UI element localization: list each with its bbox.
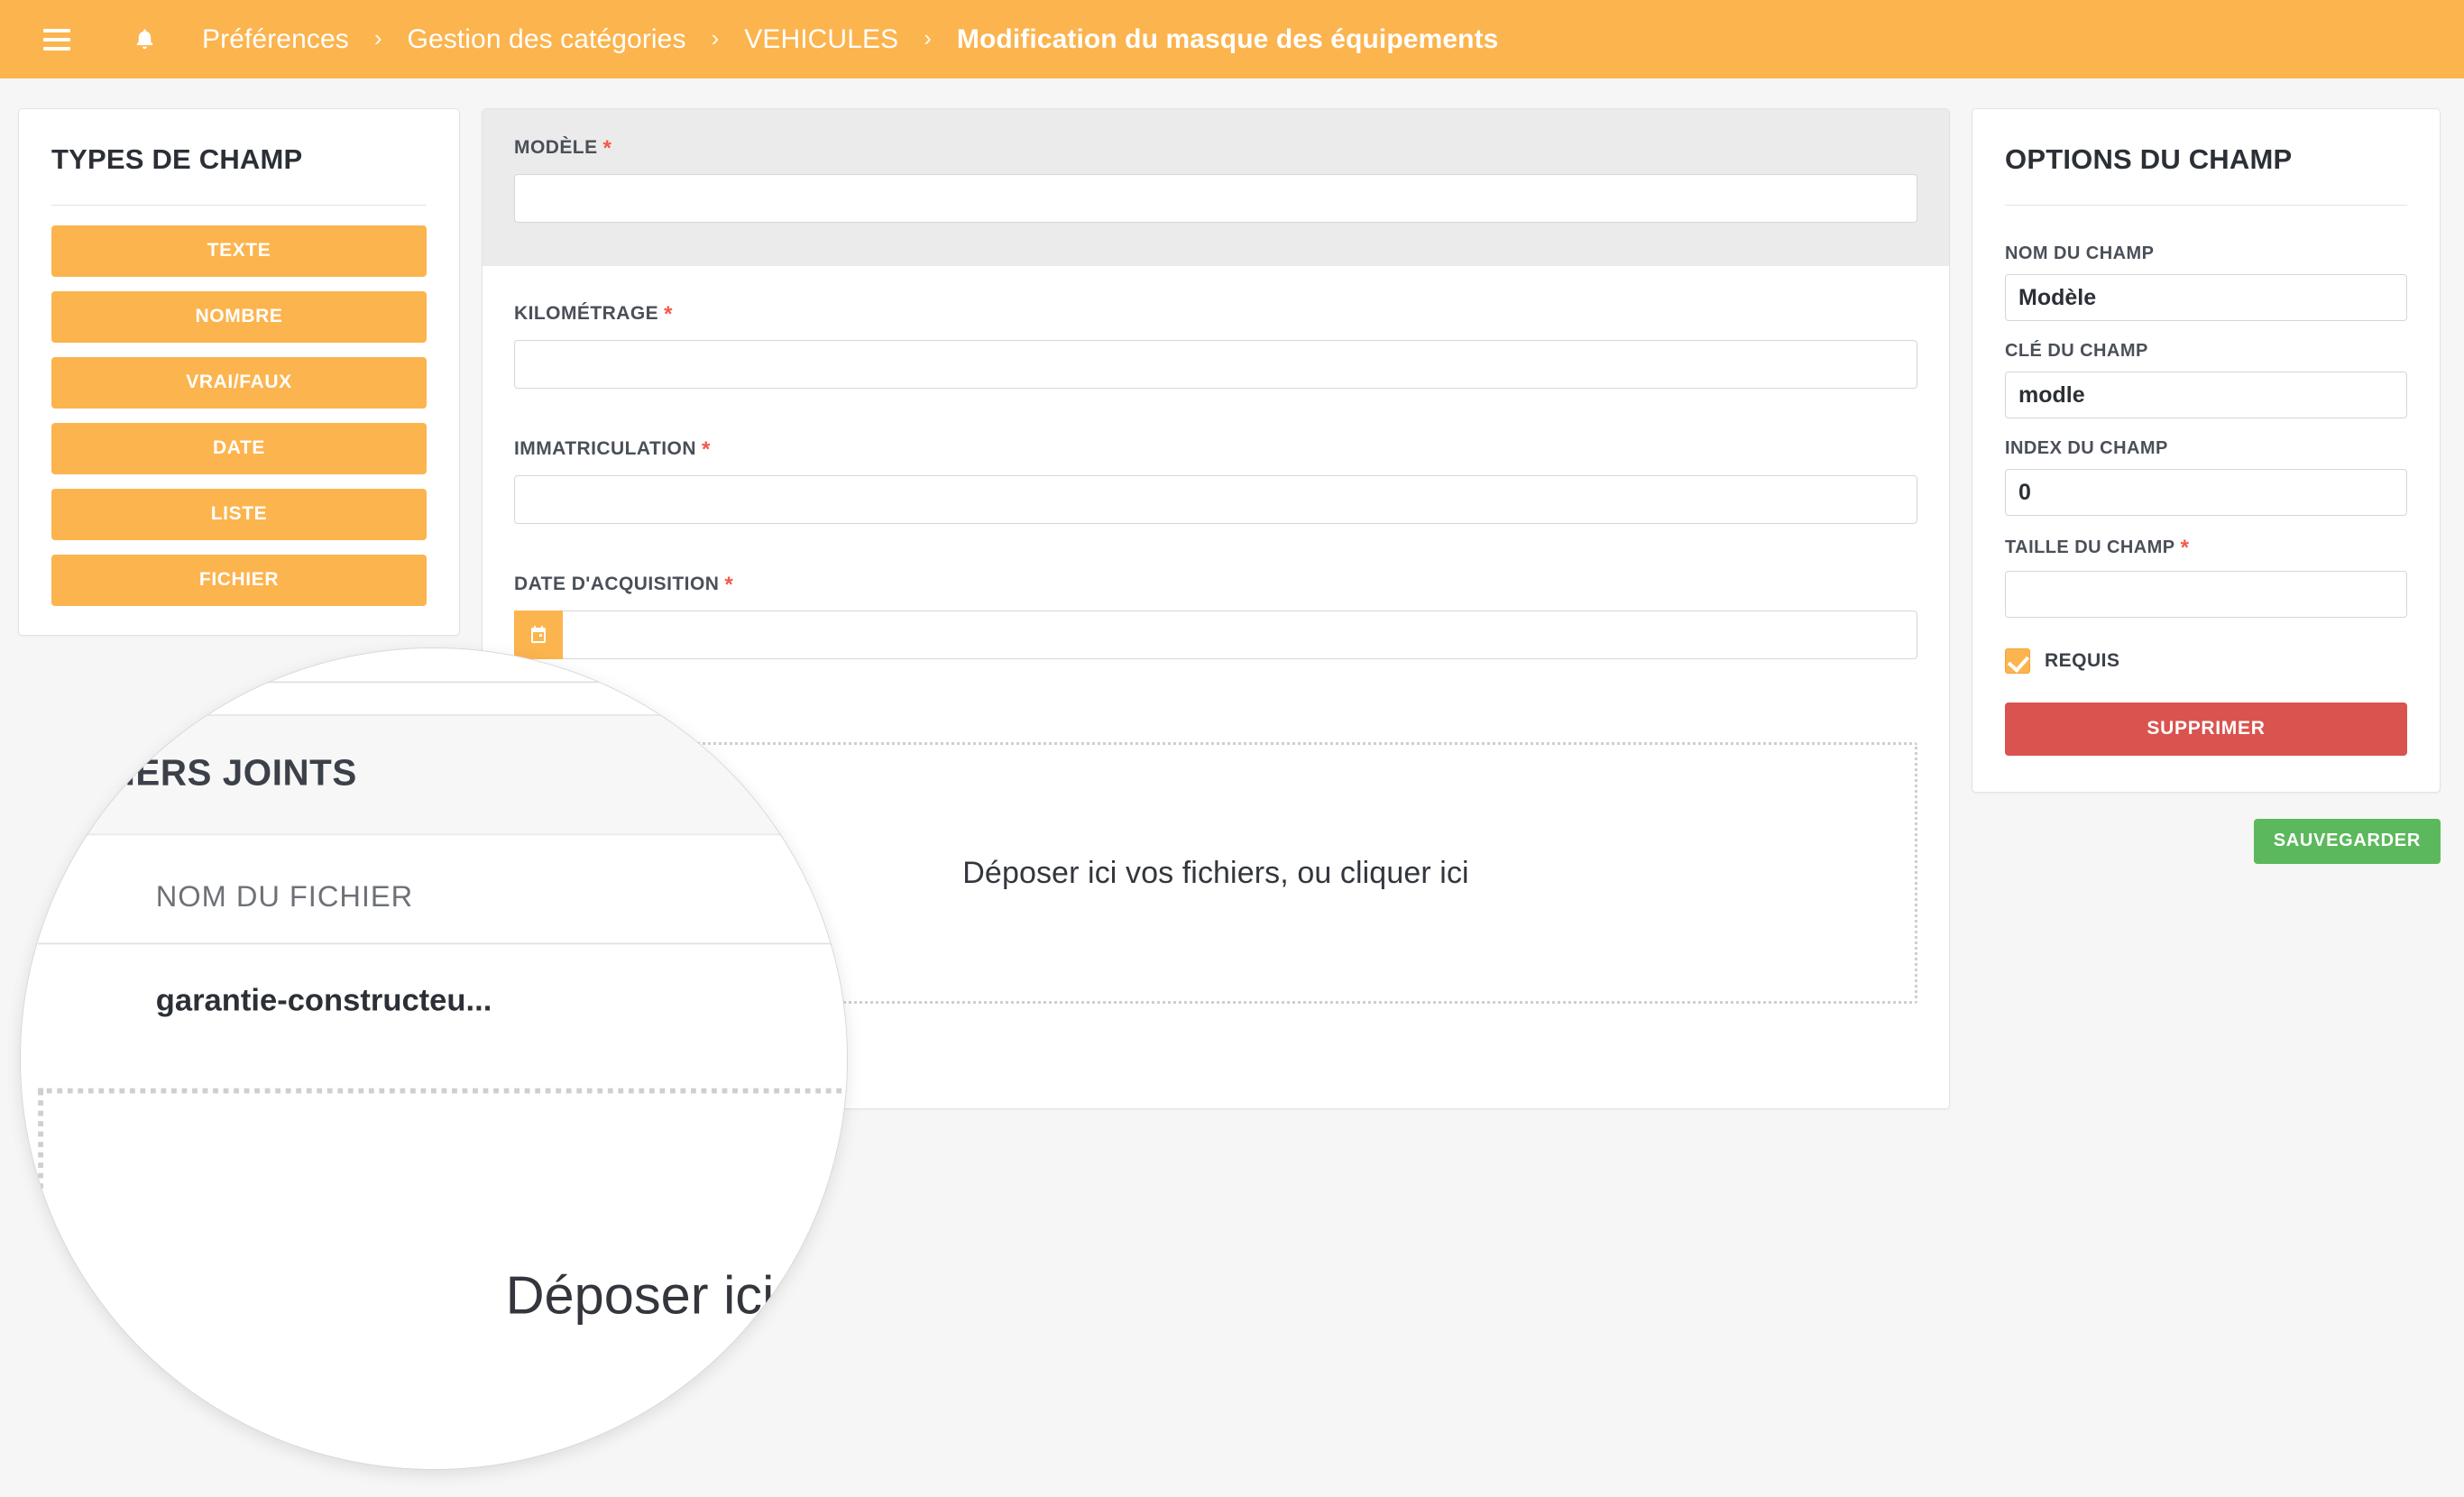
magnified-dropzone[interactable]: Déposer ici vos fi xyxy=(38,1088,847,1469)
field-options-panel: OPTIONS DU CHAMP NOM DU CHAMP CLÉ DU CHA… xyxy=(1972,108,2441,793)
bell-icon[interactable] xyxy=(124,20,164,60)
required-marker: * xyxy=(2180,536,2190,560)
attached-files-column-header: NOM DU FICHIER xyxy=(38,835,847,945)
form-field-label: DATE D'ACQUISITION * xyxy=(514,573,734,597)
delete-field-button[interactable]: SUPPRIMER xyxy=(2005,703,2407,756)
magnifier-lens: FICHIERS JOINTS NOM DU FICHIER garantie-… xyxy=(20,647,848,1470)
magnifier-content: FICHIERS JOINTS NOM DU FICHIER garantie-… xyxy=(21,648,847,1469)
option-group-name: NOM DU CHAMP xyxy=(2005,243,2407,321)
field-type-fichier[interactable]: FICHIER xyxy=(51,555,427,606)
option-input-key[interactable] xyxy=(2005,372,2407,418)
option-label-required: REQUIS xyxy=(2045,650,2120,671)
magnifier-edge-strip xyxy=(21,683,847,714)
breadcrumb-separator: › xyxy=(373,24,382,51)
required-marker: * xyxy=(724,573,734,597)
required-marker: * xyxy=(701,437,711,462)
option-label-key: CLÉ DU CHAMP xyxy=(2005,341,2148,361)
breadcrumb-item-categories[interactable]: Gestion des catégories xyxy=(408,24,686,55)
attached-files-title: FICHIERS JOINTS xyxy=(21,713,847,836)
file-dropzone-text: Déposer ici vos fichiers, ou cliquer ici xyxy=(962,855,1469,890)
required-marker: * xyxy=(664,302,673,326)
breadcrumb-separator: › xyxy=(711,24,720,51)
top-bar: Préférences › Gestion des catégories › V… xyxy=(0,0,2464,78)
form-field-kilometrage[interactable]: KILOMÉTRAGE * xyxy=(483,302,1949,389)
form-input-immatriculation[interactable] xyxy=(514,475,1917,524)
field-types-title: TYPES DE CHAMP xyxy=(51,143,303,175)
field-types-column: TYPES DE CHAMP TEXTE NOMBRE VRAI/FAUX DA… xyxy=(18,108,460,636)
form-field-label: KILOMÉTRAGE * xyxy=(514,302,673,326)
breadcrumb-item-vehicules[interactable]: VEHICULES xyxy=(744,24,898,55)
magnifier-viewport: FICHIERS JOINTS NOM DU FICHIER garantie-… xyxy=(21,648,847,1469)
save-button-row: SAUVEGARDER xyxy=(1972,819,2441,864)
option-group-size: TAILLE DU CHAMP * xyxy=(2005,536,2407,618)
option-input-index[interactable] xyxy=(2005,469,2407,516)
option-required-row[interactable]: REQUIS xyxy=(2005,648,2407,674)
magnified-dropzone-text: Déposer ici vos fi xyxy=(505,1264,847,1326)
field-type-date[interactable]: DATE xyxy=(51,423,427,474)
option-group-index: INDEX DU CHAMP xyxy=(2005,438,2407,516)
breadcrumb-item-current: Modification du masque des équipements xyxy=(956,23,1499,54)
option-group-key: CLÉ DU CHAMP xyxy=(2005,341,2407,418)
breadcrumb: Préférences › Gestion des catégories › V… xyxy=(202,24,1498,55)
form-input-modele[interactable] xyxy=(514,174,1917,223)
option-label-size: TAILLE DU CHAMP * xyxy=(2005,536,2190,560)
attached-files-row[interactable]: garantie-constructeu... xyxy=(38,944,847,1063)
form-field-immatriculation[interactable]: IMMATRICULATION * xyxy=(483,437,1949,524)
field-options-column: OPTIONS DU CHAMP NOM DU CHAMP CLÉ DU CHA… xyxy=(1972,108,2441,864)
form-field-label: MODÈLE * xyxy=(514,136,612,161)
field-type-vraifaux[interactable]: VRAI/FAUX xyxy=(51,357,427,409)
field-options-body: NOM DU CHAMP CLÉ DU CHAMP INDEX DU CHAMP… xyxy=(1972,206,2440,792)
magnifier-edge-strip xyxy=(21,648,847,684)
form-field-modele[interactable]: MODÈLE * xyxy=(483,109,1949,266)
field-options-title: OPTIONS DU CHAMP xyxy=(2005,143,2293,175)
field-types-list: TEXTE NOMBRE VRAI/FAUX DATE LISTE FICHIE… xyxy=(19,206,459,635)
option-label-name: NOM DU CHAMP xyxy=(2005,243,2155,263)
form-input-kilometrage[interactable] xyxy=(514,340,1917,389)
option-input-name[interactable] xyxy=(2005,274,2407,321)
breadcrumb-item-preferences[interactable]: Préférences xyxy=(202,24,349,55)
field-types-panel: TYPES DE CHAMP TEXTE NOMBRE VRAI/FAUX DA… xyxy=(18,108,460,636)
form-field-date-acquisition[interactable]: DATE D'ACQUISITION * xyxy=(483,573,1949,659)
form-field-label: IMMATRICULATION * xyxy=(514,437,711,462)
option-input-size[interactable] xyxy=(2005,571,2407,618)
hamburger-icon[interactable] xyxy=(40,26,74,53)
checkbox-required[interactable] xyxy=(2005,648,2030,674)
field-type-texte[interactable]: TEXTE xyxy=(51,225,427,277)
required-marker: * xyxy=(602,136,612,161)
breadcrumb-separator: › xyxy=(924,24,932,51)
save-button[interactable]: SAUVEGARDER xyxy=(2253,819,2441,864)
field-type-liste[interactable]: LISTE xyxy=(51,489,427,540)
field-type-nombre[interactable]: NOMBRE xyxy=(51,291,427,343)
attached-files-table: NOM DU FICHIER garantie-constructeu... xyxy=(21,835,847,1064)
option-label-index: INDEX DU CHAMP xyxy=(2005,438,2168,458)
